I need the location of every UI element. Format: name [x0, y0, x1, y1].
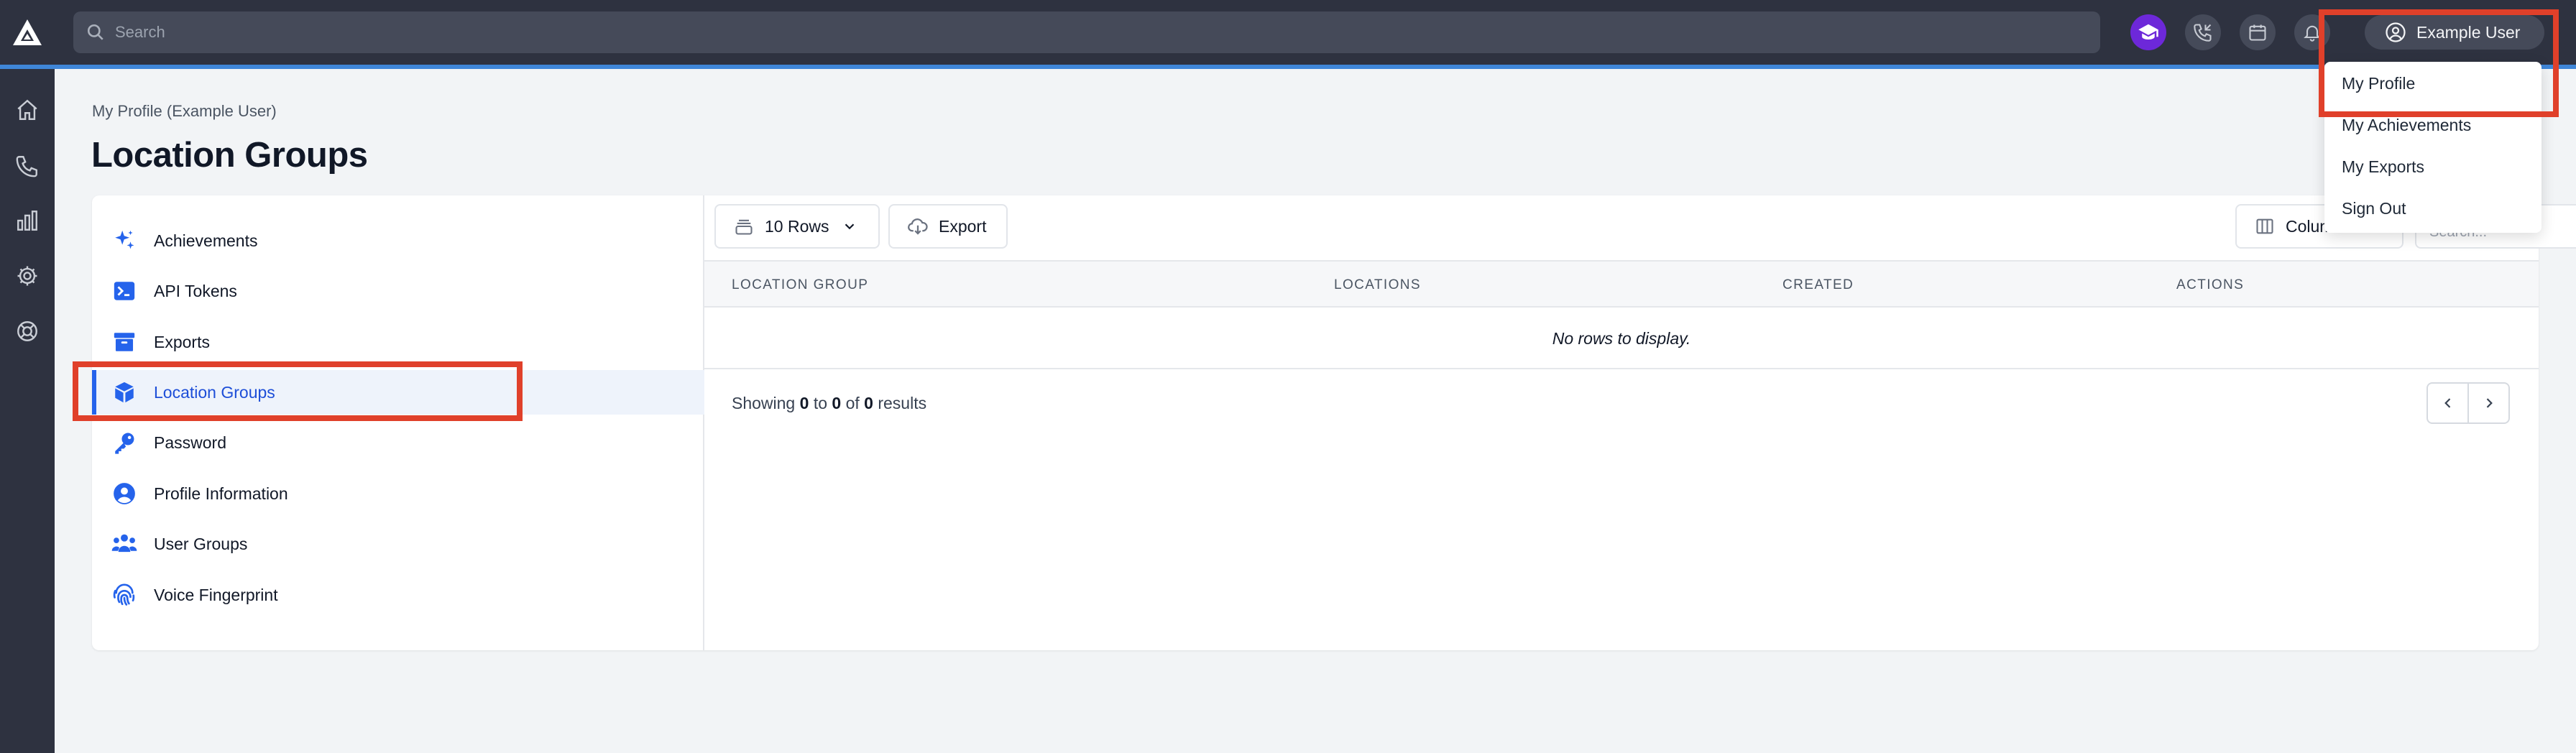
sidebar-item-voice-fingerprint[interactable]: Voice Fingerprint [92, 573, 704, 617]
chevron-left-icon [2444, 398, 2450, 408]
nav-analytics[interactable] [13, 206, 42, 235]
sidebar-item-label: Password [154, 433, 226, 452]
column-header-actions: ACTIONS [2176, 277, 2245, 292]
empty-table-message: No rows to display. [704, 309, 2539, 369]
pagination-controls [2426, 382, 2510, 424]
phone-incoming-icon [2194, 24, 2212, 42]
nav-support[interactable] [13, 317, 42, 346]
search-icon [85, 22, 106, 43]
calendar-button[interactable] [2240, 14, 2276, 50]
nav-calls[interactable] [13, 152, 42, 180]
calendar-icon [2249, 24, 2266, 41]
bell-icon [2304, 25, 2321, 42]
app-logo[interactable] [0, 0, 55, 65]
user-name: Example User [2416, 22, 2521, 42]
column-header-location-group[interactable]: LOCATION GROUP [732, 277, 868, 293]
lifebuoy-icon [17, 321, 37, 341]
stack-icon [733, 216, 755, 237]
graduation-cap-icon [2138, 24, 2158, 40]
sidebar-item-label: Achievements [154, 231, 258, 250]
menu-item-my-achievements[interactable]: My Achievements [2342, 116, 2471, 135]
academy-button[interactable] [2130, 14, 2166, 50]
nav-settings[interactable] [13, 262, 42, 290]
columns-icon [2254, 216, 2276, 237]
terminal-icon [111, 277, 138, 305]
menu-item-sign-out[interactable]: Sign Out [2342, 199, 2406, 218]
sidebar-item-user-groups[interactable]: User Groups [92, 522, 704, 566]
export-button[interactable]: Export [888, 204, 1008, 249]
notifications-button[interactable] [2294, 14, 2330, 50]
page-title: Location Groups [91, 136, 368, 175]
table-panel: 10 Rows Export Search... Columns [704, 195, 2576, 650]
cube-icon [111, 379, 138, 406]
user-circle-icon [2386, 22, 2406, 42]
menu-item-my-profile[interactable]: My Profile [2342, 74, 2415, 93]
user-menu-dropdown: My Profile My Achievements My Exports Si… [2324, 62, 2542, 233]
logo-icon [13, 19, 42, 45]
gear-icon [17, 266, 37, 286]
column-header-locations[interactable]: LOCATIONS [1334, 277, 1421, 293]
cloud-download-icon [907, 216, 929, 237]
settings-card: Achievements API Tokens Exports Location… [92, 195, 2576, 650]
column-header-created[interactable]: CREATED [1782, 277, 1854, 293]
phone-icon [16, 156, 37, 177]
sidebar-item-label: Profile Information [154, 484, 288, 503]
home-icon [17, 99, 37, 120]
sidebar-item-api-tokens[interactable]: API Tokens [92, 269, 704, 313]
key-icon [111, 429, 138, 456]
nav-rail [0, 69, 55, 753]
rows-label: 10 Rows [765, 216, 829, 236]
sparkles-icon [111, 227, 138, 254]
pagination-summary: Showing 0 to 0 of 0 results [732, 394, 927, 412]
export-label: Export [939, 216, 987, 236]
chevron-down-icon [842, 218, 857, 234]
settings-sidebar: Achievements API Tokens Exports Location… [92, 195, 704, 650]
nav-home[interactable] [13, 96, 42, 124]
sidebar-item-profile-information[interactable]: Profile Information [92, 471, 704, 516]
next-page-button[interactable] [2469, 384, 2508, 422]
fingerprint-icon [111, 581, 138, 609]
user-menu-button[interactable]: Example User [2365, 15, 2544, 50]
sidebar-item-label: User Groups [154, 534, 248, 553]
search-input[interactable] [115, 23, 2056, 42]
archive-box-icon [111, 328, 138, 356]
rows-per-page-select[interactable]: 10 Rows [714, 204, 880, 249]
sidebar-item-label: Voice Fingerprint [154, 585, 278, 604]
menu-item-my-exports[interactable]: My Exports [2342, 157, 2424, 177]
sidebar-item-label: API Tokens [154, 281, 237, 300]
breadcrumb[interactable]: My Profile (Example User) [92, 102, 277, 121]
user-circle-icon [111, 480, 138, 507]
sidebar-item-achievements[interactable]: Achievements [92, 218, 704, 263]
previous-page-button[interactable] [2428, 384, 2469, 422]
sidebar-item-exports[interactable]: Exports [92, 320, 704, 364]
sidebar-item-label: Exports [154, 332, 210, 351]
bar-chart-icon [17, 211, 37, 231]
user-group-icon [111, 530, 138, 558]
calls-button[interactable] [2185, 14, 2221, 50]
top-bar: Example User [0, 0, 2576, 69]
table-header: LOCATION GROUP LOCATIONS CREATED ACTIONS [704, 260, 2539, 308]
sidebar-item-location-groups[interactable]: Location Groups [92, 370, 704, 415]
chevron-right-icon [2486, 398, 2493, 408]
sidebar-item-label: Location Groups [154, 382, 275, 402]
sidebar-item-password[interactable]: Password [92, 420, 704, 465]
global-search[interactable] [73, 11, 2100, 53]
